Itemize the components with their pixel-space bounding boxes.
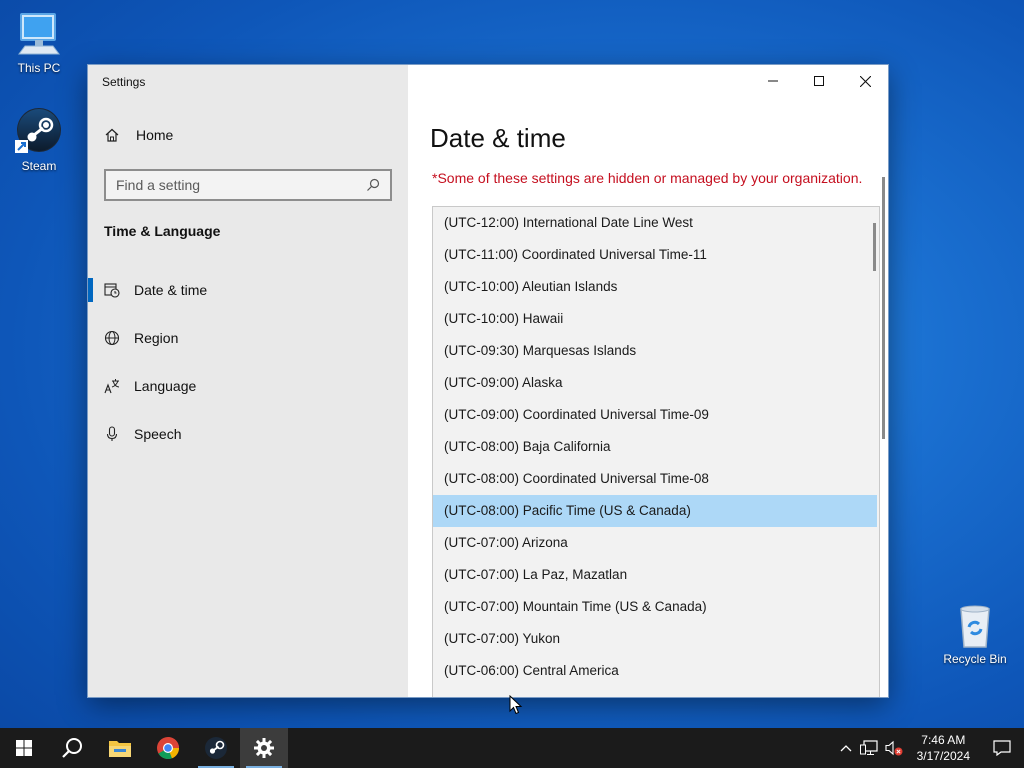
sidebar-item-date-time[interactable]: Date & time (88, 266, 408, 314)
computer-icon (18, 13, 60, 55)
sidebar: Settings Home Time & Language (88, 65, 408, 697)
desktop-icon-label: This PC (17, 61, 61, 75)
sidebar-item-label: Date & time (134, 282, 208, 298)
sidebar-item-region[interactable]: Region (88, 314, 408, 362)
window-title: Settings (102, 75, 146, 89)
close-icon (859, 75, 871, 87)
desktop-icon-label: Steam (21, 159, 57, 173)
clock-time: 7:46 AM (921, 733, 966, 747)
taskbar-steam[interactable] (192, 728, 240, 768)
timezone-option[interactable]: (UTC-09:30) Marquesas Islands (433, 335, 877, 367)
taskbar-settings[interactable] (240, 728, 288, 768)
timezone-option[interactable]: (UTC-06:00) Central America (433, 655, 877, 687)
file-explorer-icon (109, 741, 131, 757)
minimize-button[interactable] (750, 65, 796, 97)
timezone-options: (UTC-12:00) International Date Line West… (433, 207, 879, 687)
timezone-option[interactable]: (UTC-07:00) Arizona (433, 527, 877, 559)
calendar-clock-icon (104, 283, 120, 298)
timezone-option[interactable]: (UTC-07:00) La Paz, Mazatlan (433, 559, 877, 591)
sidebar-item-label: Speech (134, 426, 182, 442)
steam-icon (205, 737, 227, 759)
action-center-button[interactable] (980, 728, 1024, 768)
timezone-option[interactable]: (UTC-08:00) Coordinated Universal Time-0… (433, 463, 877, 495)
sidebar-item-label: Home (136, 127, 174, 143)
timezone-dropdown-list[interactable]: (UTC-12:00) International Date Line West… (432, 206, 880, 697)
timezone-option[interactable]: (UTC-08:00) Baja California (433, 431, 877, 463)
tray-overflow-button[interactable] (835, 728, 857, 768)
taskbar-clock[interactable]: 7:46 AM 3/17/2024 (907, 732, 980, 764)
tray-volume-button[interactable] (881, 728, 907, 768)
search-input[interactable] (116, 177, 346, 193)
notification-icon (993, 740, 1011, 756)
timezone-option[interactable]: (UTC-10:00) Hawaii (433, 303, 877, 335)
taskbar-chrome[interactable] (144, 728, 192, 768)
dropdown-scrollbar[interactable] (873, 223, 876, 271)
maximize-button[interactable] (796, 65, 842, 97)
maximize-icon (814, 76, 824, 86)
desktop-icon-recycle-bin[interactable]: Recycle Bin (935, 601, 1015, 666)
managed-notice: *Some of these settings are hidden or ma… (432, 170, 863, 186)
globe-icon (104, 330, 120, 346)
timezone-option[interactable]: (UTC-09:00) Coordinated Universal Time-0… (433, 399, 877, 431)
settings-window: Settings Home Time & Language (88, 65, 888, 697)
timezone-option[interactable]: (UTC-07:00) Mountain Time (US & Canada) (433, 591, 877, 623)
sidebar-item-label: Region (134, 330, 179, 346)
search-icon[interactable] (366, 178, 380, 192)
window-controls (750, 65, 888, 97)
taskbar: 7:46 AM 3/17/2024 (0, 728, 1024, 768)
sidebar-item-home[interactable]: Home (104, 127, 173, 143)
steam-icon (15, 108, 61, 153)
timezone-option[interactable]: (UTC-10:00) Aleutian Islands (433, 271, 877, 303)
desktop-icon-steam[interactable]: Steam (0, 108, 79, 173)
close-button[interactable] (842, 65, 888, 97)
clock-date: 3/17/2024 (916, 749, 970, 763)
taskbar-search-button[interactable] (48, 728, 96, 768)
system-tray: 7:46 AM 3/17/2024 (835, 728, 1024, 768)
desktop-icon-this-pc[interactable]: This PC (0, 10, 79, 75)
search-icon (62, 738, 82, 758)
sidebar-nav: Date & time Region Language Speech (88, 266, 408, 458)
chrome-icon (157, 737, 180, 760)
taskbar-file-explorer[interactable] (96, 728, 144, 768)
microphone-icon (106, 426, 118, 441)
sidebar-item-speech[interactable]: Speech (88, 410, 408, 458)
volume-muted-icon (885, 740, 903, 756)
start-button[interactable] (0, 728, 48, 768)
search-box[interactable] (104, 169, 392, 201)
chevron-up-icon (840, 745, 852, 752)
settings-icon (254, 738, 274, 758)
timezone-option[interactable]: (UTC-11:00) Coordinated Universal Time-1… (433, 239, 877, 271)
timezone-option[interactable]: (UTC-09:00) Alaska (433, 367, 877, 399)
desktop-icon-label: Recycle Bin (943, 652, 1007, 666)
timezone-option[interactable]: (UTC-08:00) Pacific Time (US & Canada) (433, 495, 877, 527)
page-scrollbar[interactable] (882, 177, 885, 439)
sidebar-item-label: Language (134, 378, 197, 394)
section-title: Time & Language (104, 223, 221, 239)
minimize-icon (768, 80, 778, 82)
start-icon (16, 740, 32, 756)
sidebar-item-language[interactable]: Language (88, 362, 408, 410)
recycle-bin-icon (960, 605, 990, 648)
network-icon (859, 740, 878, 755)
tray-network-button[interactable] (857, 728, 881, 768)
timezone-option[interactable]: (UTC-07:00) Yukon (433, 623, 877, 655)
mouse-cursor-icon (509, 695, 523, 715)
page-title: Date & time (430, 123, 566, 153)
home-icon (105, 128, 119, 142)
language-icon (104, 379, 120, 394)
timezone-option[interactable]: (UTC-12:00) International Date Line West (433, 207, 877, 239)
